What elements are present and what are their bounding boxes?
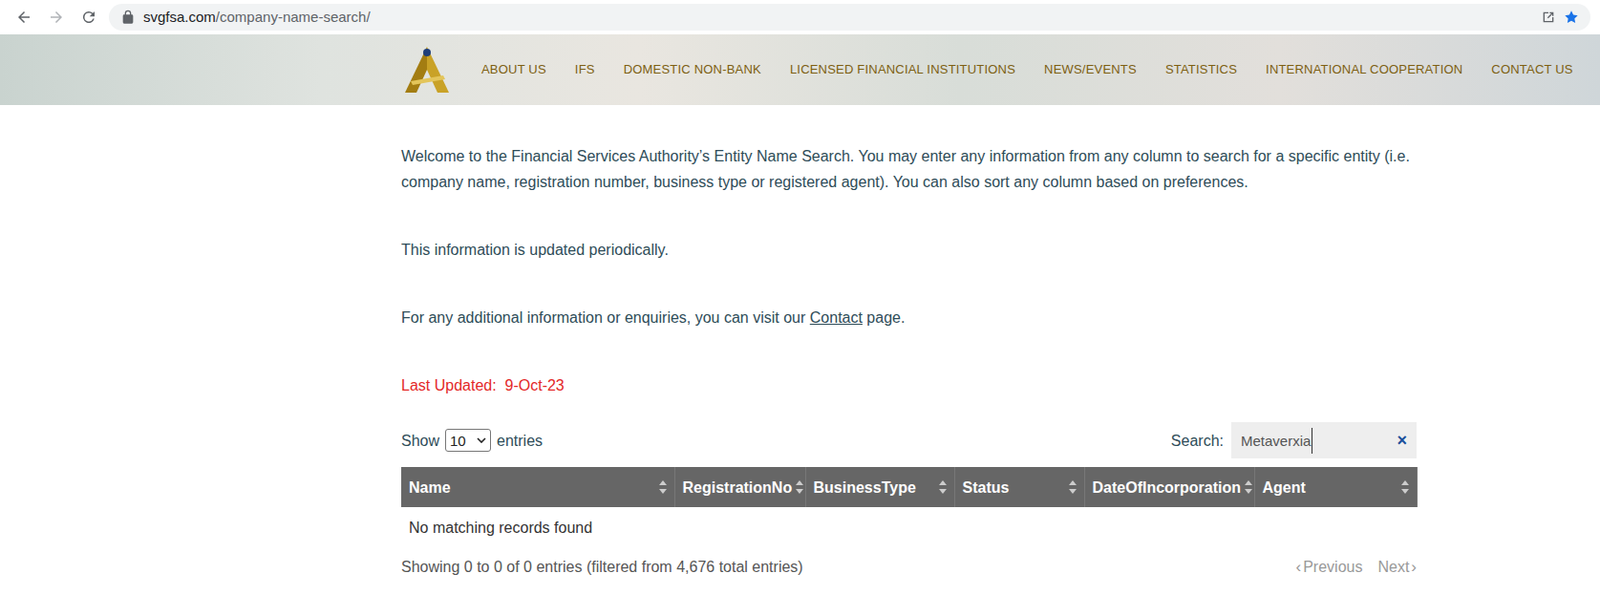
length-control: Show10entries	[401, 427, 543, 454]
bookmark-star-icon	[1563, 9, 1579, 25]
contact-link[interactable]: Contact	[810, 309, 863, 326]
previous-button[interactable]: ‹Previous	[1296, 554, 1364, 580]
search-control: Search:Metaverxia×	[1171, 422, 1417, 459]
site-header: ABOUT US IFS DOMESTIC NON-BANK LICENSED FIN…	[0, 34, 1600, 106]
column-header[interactable]: DateOfIncorporation	[1084, 467, 1255, 508]
clear-search-button[interactable]: ×	[1396, 431, 1408, 449]
share-icon	[1540, 9, 1557, 25]
site-logo[interactable]	[401, 42, 453, 97]
table-controls: Show10entries Search:Metaverxia×	[401, 422, 1417, 459]
lock-icon	[120, 9, 136, 25]
back-arrow-icon	[15, 8, 33, 26]
page-content: Welcome to the Financial Services Author…	[401, 105, 1417, 585]
entries-info: Showing 0 to 0 of 0 entries (filtered fr…	[401, 554, 804, 580]
dropdown-caret-icon	[476, 437, 487, 444]
sort-arrows-icon	[659, 480, 667, 494]
search-input[interactable]: Metaverxia×	[1231, 422, 1417, 459]
empty-row: No matching records found	[401, 507, 1417, 550]
reload-button[interactable]	[76, 4, 102, 30]
sort-arrows-icon	[1401, 480, 1409, 494]
nav-item[interactable]: DOMESTIC NON-BANK	[623, 60, 762, 80]
column-header[interactable]: BusinessType	[805, 467, 955, 508]
address-bar[interactable]: svgfsa.com/company-name-search/	[108, 3, 1591, 31]
entries-select[interactable]: 10	[445, 428, 491, 452]
nav-item[interactable]: IFS	[575, 60, 596, 80]
fsa-logo-icon	[401, 42, 453, 97]
column-header[interactable]: Name	[401, 467, 675, 508]
reload-icon	[80, 8, 98, 26]
nav-item[interactable]: ABOUT US	[481, 60, 547, 80]
contact-paragraph: For any additional information or enquir…	[401, 304, 1417, 331]
next-button[interactable]: Next›	[1377, 554, 1417, 580]
sort-arrows-icon	[1244, 480, 1253, 494]
intro-paragraph: Welcome to the Financial Services Author…	[401, 143, 1417, 195]
column-header[interactable]: RegistrationNo	[674, 467, 806, 508]
sort-arrows-icon	[795, 480, 804, 494]
pagination: ‹Previous Next›	[1296, 554, 1418, 580]
nav-item[interactable]: LICENSED FINANCIAL INSTITUTIONS	[789, 60, 1016, 80]
sort-arrows-icon	[938, 480, 947, 494]
sort-arrows-icon	[1068, 480, 1077, 494]
browser-toolbar: svgfsa.com/company-name-search/	[0, 0, 1600, 35]
forward-button[interactable]	[43, 4, 69, 30]
last-updated: Last Updated: 9-Oct-23	[401, 372, 1417, 399]
intro-paragraph: This information is updated periodically…	[401, 236, 1417, 263]
column-header[interactable]: Agent	[1254, 467, 1417, 508]
forward-arrow-icon	[47, 8, 65, 26]
nav-item[interactable]: CONTACT US	[1491, 60, 1573, 80]
column-header[interactable]: Status	[954, 467, 1085, 508]
nav-item[interactable]: STATISTICS	[1165, 60, 1238, 80]
nav-item[interactable]: INTERNATIONAL COOPERATION	[1265, 60, 1463, 80]
back-button[interactable]	[11, 4, 37, 30]
table-footer: Showing 0 to 0 of 0 entries (filtered fr…	[401, 550, 1417, 585]
nav-item[interactable]: NEWS/EVENTS	[1044, 60, 1137, 80]
url-text: svgfsa.com/company-name-search/	[143, 6, 371, 29]
results-table: NameRegistrationNoBusinessTypeStatusDate…	[401, 467, 1418, 551]
